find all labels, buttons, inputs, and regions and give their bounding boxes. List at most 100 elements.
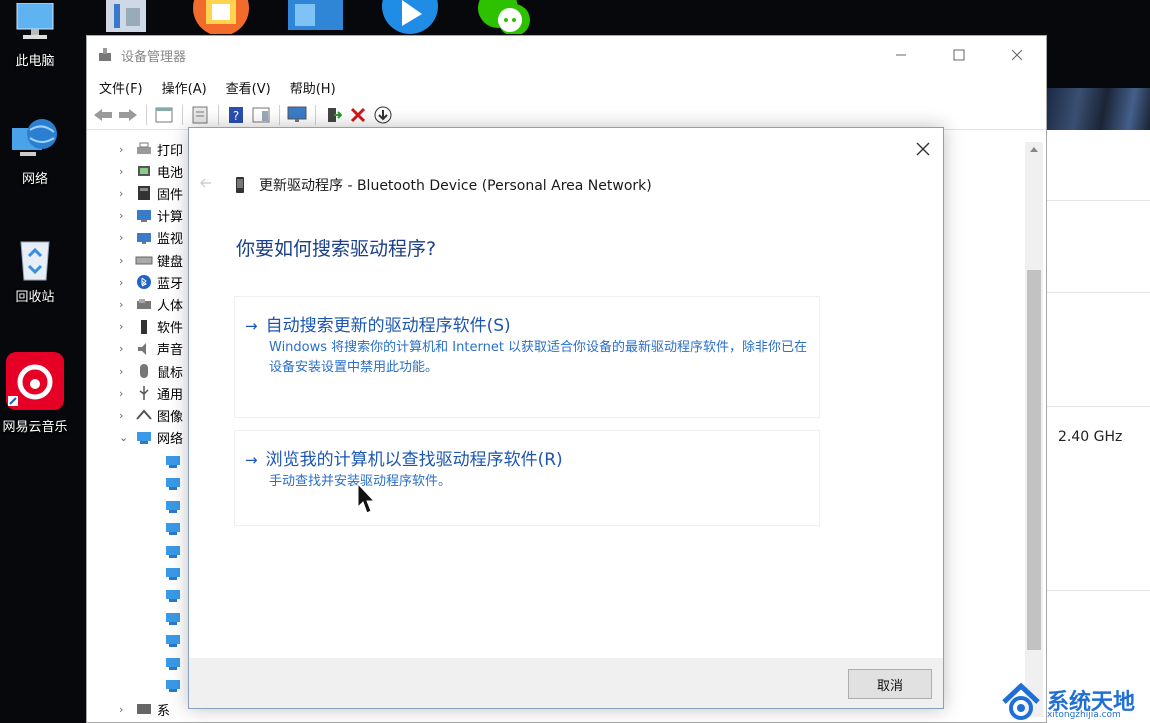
minimize-icon bbox=[896, 54, 906, 56]
chevron-right-icon[interactable]: › bbox=[119, 276, 131, 289]
tree-item-label: 通用 bbox=[157, 387, 184, 403]
watermark-logo-icon bbox=[1002, 682, 1040, 720]
tree-item-label: 声音 bbox=[157, 343, 184, 359]
red-x-icon bbox=[350, 107, 366, 122]
scroll-thumb[interactable] bbox=[1027, 270, 1041, 650]
chevron-right-icon[interactable]: › bbox=[119, 342, 131, 355]
desktop-app-icon-4[interactable] bbox=[378, 0, 438, 34]
chevron-right-icon[interactable]: › bbox=[119, 298, 131, 311]
tree-item[interactable]: › 声音 bbox=[87, 338, 183, 360]
tree-item-label: 监视 bbox=[157, 232, 184, 248]
network-adapter-icon[interactable] bbox=[164, 611, 182, 627]
browse-computer-option[interactable]: → 浏览我的计算机以查找驱动程序软件(R) 手动查找并安装驱动程序软件。 bbox=[234, 430, 820, 526]
chevron-right-icon[interactable]: › bbox=[119, 165, 131, 178]
show-hide-console-button[interactable] bbox=[152, 104, 176, 126]
network-adapter-icon[interactable] bbox=[164, 454, 182, 470]
menu-file[interactable]: 文件(F) bbox=[99, 78, 143, 97]
tree-item[interactable]: ⌄ 网络 bbox=[87, 427, 183, 449]
network-adapter-icon[interactable] bbox=[164, 588, 182, 604]
maximize-button[interactable] bbox=[930, 36, 988, 74]
network-adapter-icon[interactable] bbox=[164, 566, 182, 582]
tree-item[interactable]: › 固件 bbox=[87, 182, 183, 204]
tree-item[interactable]: › 软件 bbox=[87, 316, 183, 338]
chevron-right-icon[interactable]: › bbox=[119, 254, 131, 267]
network-adapter-icon[interactable] bbox=[164, 499, 182, 515]
forward-button[interactable] bbox=[116, 104, 140, 126]
tree-item[interactable]: › 电池 bbox=[87, 160, 183, 182]
chevron-right-icon[interactable]: › bbox=[119, 365, 131, 378]
tree-item[interactable]: › 蓝牙 bbox=[87, 271, 183, 293]
dialog-footer: 取消 bbox=[189, 658, 943, 708]
desktop-app-icon-1[interactable] bbox=[96, 0, 156, 34]
firmware-icon bbox=[138, 186, 150, 201]
chevron-right-icon[interactable]: › bbox=[119, 187, 131, 200]
tree-item[interactable]: › 鼠标 bbox=[87, 360, 183, 382]
desktop-app-icon-2[interactable] bbox=[190, 0, 250, 36]
desktop-app-icon-5[interactable] bbox=[470, 0, 530, 36]
network-adapter-icon[interactable] bbox=[164, 476, 182, 492]
help-button[interactable]: ? bbox=[224, 104, 248, 126]
recycle-bin-icon bbox=[10, 236, 60, 282]
desktop-icon-label: 网易云音乐 bbox=[2, 420, 68, 435]
uninstall-device-button[interactable] bbox=[346, 104, 370, 126]
network-adapter-icon[interactable] bbox=[164, 544, 182, 560]
tree-item-label: 电池 bbox=[157, 165, 184, 181]
desktop-icon-this-pc[interactable]: 此电脑 bbox=[0, 0, 70, 69]
close-icon bbox=[1011, 49, 1023, 61]
chevron-right-icon[interactable]: › bbox=[119, 703, 131, 716]
back-button[interactable] bbox=[91, 104, 115, 126]
desktop-icon-network[interactable]: 网络 bbox=[0, 118, 70, 187]
title-bar[interactable]: 设备管理器 bbox=[87, 36, 1046, 74]
scan-hardware-button[interactable] bbox=[285, 104, 309, 126]
menu-view[interactable]: 查看(V) bbox=[226, 78, 271, 97]
tree-item[interactable]: › 系 bbox=[87, 698, 170, 720]
chevron-right-icon[interactable]: › bbox=[119, 409, 131, 422]
network-adapter-icon bbox=[137, 431, 151, 444]
tree-item[interactable]: › 图像 bbox=[87, 404, 183, 426]
disable-device-button[interactable] bbox=[371, 104, 395, 126]
maximize-icon bbox=[953, 49, 965, 61]
tree-item[interactable]: › 计算 bbox=[87, 205, 183, 227]
software-device-icon bbox=[141, 319, 147, 334]
minimize-button[interactable] bbox=[872, 36, 930, 74]
tree-item[interactable]: › 人体 bbox=[87, 293, 183, 315]
chevron-right-icon[interactable]: › bbox=[119, 387, 131, 400]
tree-item[interactable]: › 监视 bbox=[87, 227, 183, 249]
network-adapter-icon[interactable] bbox=[164, 521, 182, 537]
desktop-app-icon-3[interactable] bbox=[283, 0, 348, 34]
desktop-icon-netease-music[interactable]: 网易云音乐 bbox=[0, 352, 70, 435]
chevron-right-icon[interactable]: › bbox=[119, 231, 131, 244]
arrow-right-icon: → bbox=[245, 451, 258, 469]
update-driver-dialog: 更新驱动程序 - Bluetooth Device (Personal Area… bbox=[188, 127, 944, 709]
network-adapter-icon[interactable] bbox=[164, 633, 182, 649]
chevron-right-icon[interactable]: › bbox=[119, 320, 131, 333]
tree-item-label: 系 bbox=[157, 703, 171, 719]
back-arrow-icon[interactable] bbox=[199, 176, 213, 190]
tree-item[interactable]: › 键盘 bbox=[87, 249, 183, 271]
mouse-icon bbox=[140, 364, 148, 378]
vertical-scrollbar[interactable] bbox=[1025, 142, 1043, 717]
auto-search-option[interactable]: → 自动搜索更新的驱动程序软件(S) Windows 将搜索你的计算机和 Inte… bbox=[234, 296, 820, 418]
menu-action[interactable]: 操作(A) bbox=[162, 78, 207, 97]
help-icon: ? bbox=[229, 106, 243, 123]
pane-icon bbox=[252, 107, 270, 122]
properties-button[interactable] bbox=[188, 104, 212, 126]
auto-search-title: 自动搜索更新的驱动程序软件(S) bbox=[265, 316, 511, 336]
update-driver-button[interactable] bbox=[321, 104, 345, 126]
close-button[interactable] bbox=[988, 36, 1046, 74]
chevron-right-icon[interactable]: › bbox=[119, 143, 131, 156]
network-adapter-icon[interactable] bbox=[164, 656, 182, 672]
tree-item[interactable]: › 打印 bbox=[87, 138, 183, 160]
sound-icon bbox=[138, 342, 146, 355]
network-adapter-icon[interactable] bbox=[164, 678, 182, 694]
tree-item-label: 鼠标 bbox=[157, 365, 184, 381]
desktop-icon-recycle-bin[interactable]: 回收站 bbox=[0, 236, 70, 305]
chevron-down-icon[interactable]: ⌄ bbox=[119, 431, 131, 444]
menu-help[interactable]: 帮助(H) bbox=[290, 78, 336, 97]
dialog-close-button[interactable] bbox=[909, 136, 937, 162]
cancel-button[interactable]: 取消 bbox=[848, 669, 932, 699]
tree-item[interactable]: › 通用 bbox=[87, 382, 183, 404]
chevron-right-icon[interactable]: › bbox=[119, 209, 131, 222]
computer-icon bbox=[10, 0, 60, 46]
action-pane-button[interactable] bbox=[249, 104, 273, 126]
